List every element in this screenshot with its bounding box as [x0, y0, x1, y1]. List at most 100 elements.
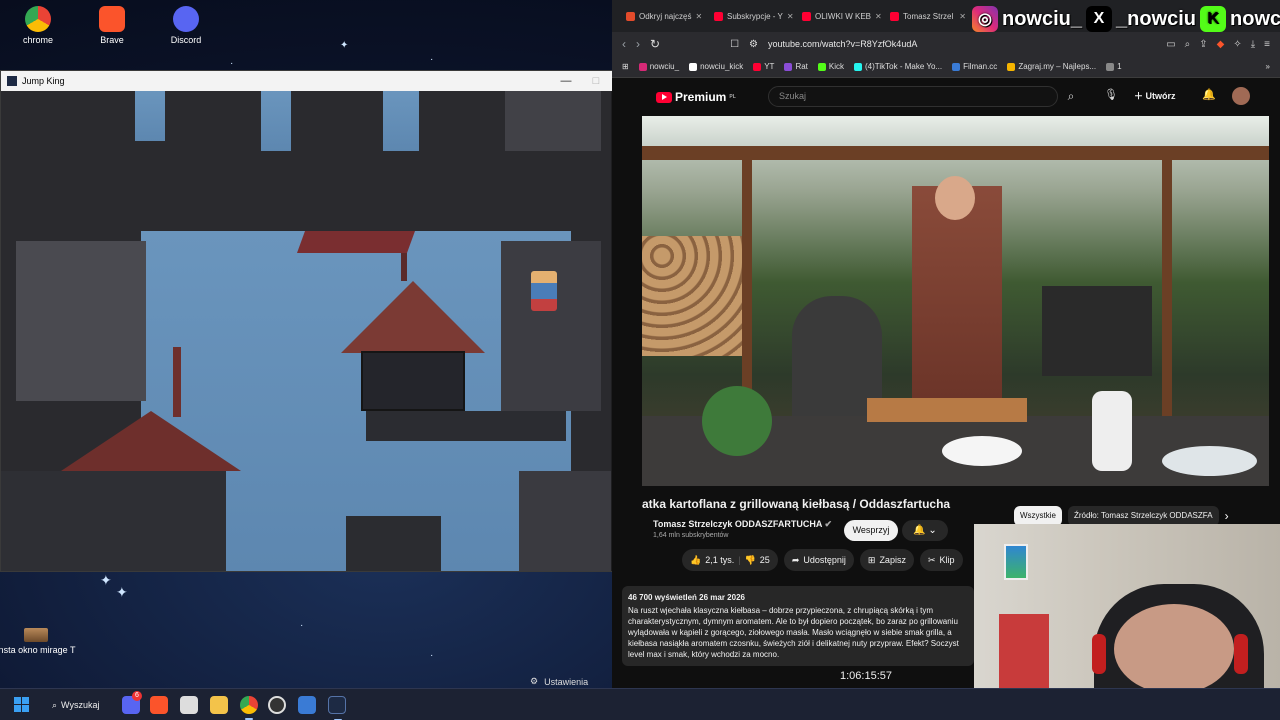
join-button[interactable]: Wesprzyj [844, 520, 898, 541]
bookmarks-bar: ⊞ nowciu_ nowciu_kick YT Rat Kick (4)Tik… [612, 56, 1280, 78]
maximize-button[interactable]: □ [581, 71, 611, 91]
share-button[interactable]: ➦ Udostępnij [783, 549, 854, 571]
bookmark-icon[interactable]: ☐ [730, 39, 739, 50]
chrome-taskbar-icon[interactable] [240, 696, 258, 720]
jump-king-taskbar-icon[interactable] [328, 696, 346, 720]
youtube-icon [753, 62, 762, 71]
close-tab-icon[interactable]: ✕ [787, 12, 794, 21]
search-input[interactable]: Szukaj [768, 86, 1058, 107]
photos-taskbar-icon[interactable] [298, 696, 316, 714]
reload-icon[interactable]: ↻ [650, 37, 660, 51]
game-canvas[interactable] [1, 91, 641, 571]
game-window[interactable]: Jump King — □ ✕ [0, 70, 642, 572]
firewood-pile [642, 236, 742, 356]
game-window-title: Jump King [22, 76, 65, 86]
wooden-beam [642, 146, 1269, 160]
bookmark-item[interactable]: YT [753, 62, 774, 71]
browser-tab[interactable]: Subskrypcje - Y ✕ [708, 4, 796, 28]
settings-label[interactable]: ⚙ Ustawienia [530, 676, 588, 687]
taskbar-search[interactable]: ⌕ Wyszukaj [40, 695, 110, 715]
video-player[interactable] [642, 116, 1269, 486]
star-decoration: · [230, 58, 234, 69]
star-decoration: · [300, 620, 304, 631]
close-tab-icon[interactable]: ✕ [959, 12, 966, 21]
share-icon[interactable]: ⇪ [1199, 39, 1207, 50]
download-icon[interactable]: ⤓ [1251, 39, 1255, 50]
apps-icon[interactable]: ⊞ [622, 62, 629, 71]
zoom-icon[interactable]: ⌕ [1185, 39, 1191, 50]
bookmark-item[interactable]: Rat [784, 62, 808, 71]
site-info-icon[interactable]: ⚙ [749, 39, 758, 50]
tab-favicon-icon [890, 11, 899, 21]
sky-gap [135, 91, 165, 141]
chips-next-icon[interactable]: › [1225, 509, 1229, 523]
thumb-up-icon: 👍 [690, 554, 702, 565]
brave-taskbar-icon[interactable] [150, 696, 168, 714]
bell-icon: 🔔 [913, 525, 926, 536]
bookmark-item[interactable]: nowciu_kick [689, 62, 743, 71]
extension-icon[interactable]: ✧ [1233, 39, 1241, 50]
search-icon[interactable]: ⌕ [1058, 86, 1084, 107]
stone-ledge [366, 411, 566, 441]
more-bookmarks-icon[interactable]: » [1266, 62, 1270, 71]
tab-favicon-icon [802, 11, 811, 21]
cast-icon[interactable]: ▭ [1166, 39, 1175, 50]
create-button[interactable]: ＋ Utwórz [1134, 89, 1176, 102]
save-button[interactable]: ⊞ Zapisz [859, 549, 914, 571]
browser-tab[interactable]: Odkryj najczęś ✕ [620, 4, 708, 28]
tab-label: Tomasz Strzel [903, 11, 954, 21]
obs-taskbar-icon[interactable] [268, 696, 286, 714]
instagram-handle: nowciu_ [1002, 7, 1083, 30]
like-button[interactable]: 👍 2,1 tys. | 👎 25 [682, 549, 778, 571]
bookmark-item[interactable]: (4)TikTok - Make Yo... [854, 62, 942, 71]
bookmark-label: (4)TikTok - Make Yo... [865, 62, 943, 71]
video-description[interactable]: 46 700 wyświetleń 26 mar 2026 Na ruszt w… [622, 586, 974, 666]
save-label: Zapisz [879, 555, 906, 565]
chip-all[interactable]: Wszystkie [1014, 506, 1062, 526]
discord-taskbar-icon[interactable]: 6 [122, 691, 142, 714]
start-button[interactable] [14, 697, 29, 712]
address-bar[interactable]: youtube.com/watch?v=R8YzfOk4udA [768, 39, 1008, 49]
bookmark-item[interactable]: Filman.cc [952, 62, 997, 71]
bookmark-item[interactable]: Zagraj.my – Najleps... [1007, 62, 1096, 71]
shelf-items [999, 614, 1049, 688]
create-label: Utwórz [1145, 91, 1176, 101]
channel-name[interactable]: Tomasz Strzelczyk ODDASZFARTUCHA ✔ [653, 519, 832, 530]
social-overlay: ◎ nowciu_ X _nowciu K nowciu [972, 4, 1280, 34]
youtube-logo[interactable]: Premium PL [656, 90, 736, 104]
avatar[interactable] [1232, 87, 1250, 105]
desktop-icon-label: chrome [22, 35, 53, 45]
bookmark-item[interactable]: Kick [817, 62, 844, 71]
chip-source[interactable]: Źródło: Tomasz Strzelczyk ODDASZFA [1068, 506, 1219, 526]
clip-button[interactable]: ✂ Klip [919, 549, 963, 571]
close-tab-icon[interactable]: ✕ [695, 12, 702, 21]
star-decoration: ✦ [116, 584, 128, 600]
app-taskbar-icon[interactable] [180, 696, 198, 714]
desktop-icon-chrome[interactable]: chrome [8, 6, 68, 45]
game-titlebar[interactable]: Jump King — □ ✕ [1, 71, 641, 91]
subscribe-bell-button[interactable]: 🔔 ⌄ [902, 520, 948, 541]
browser-tab[interactable]: Tomasz Strzel ✕ [884, 4, 972, 28]
stone-wall [519, 471, 611, 571]
notifications-icon[interactable]: 🔔 [1202, 88, 1216, 101]
file-explorer-icon[interactable] [210, 696, 228, 714]
brave-shield-icon[interactable]: ◆ [1217, 39, 1225, 50]
close-tab-icon[interactable]: ✕ [875, 12, 882, 21]
related-chips: Wszystkie Źródło: Tomasz Strzelczyk ODDA… [1014, 506, 1229, 526]
minimize-button[interactable]: — [551, 71, 581, 91]
bookmark-label: Zagraj.my – Najleps... [1018, 62, 1097, 71]
bookmark-item[interactable]: 1 [1106, 62, 1122, 71]
desktop-icon-file[interactable]: insta okno mirage T [0, 628, 76, 655]
desktop-icon-discord[interactable]: Discord [156, 6, 216, 45]
microphone-icon[interactable]: 🎙 [1104, 88, 1118, 101]
wall-picture [1004, 544, 1028, 580]
forward-icon[interactable]: › [636, 37, 640, 51]
menu-icon[interactable]: ≡ [1264, 39, 1270, 50]
browser-tab[interactable]: OLIWKI W KEB ✕ [796, 4, 884, 28]
back-icon[interactable]: ‹ [622, 37, 626, 51]
webcam-overlay [974, 524, 1280, 688]
bookmark-item[interactable]: nowciu_ [638, 62, 679, 71]
desktop-icon-brave[interactable]: Brave [82, 6, 142, 45]
pepper-mill [1092, 391, 1132, 471]
bookmark-label: YT [764, 62, 775, 71]
